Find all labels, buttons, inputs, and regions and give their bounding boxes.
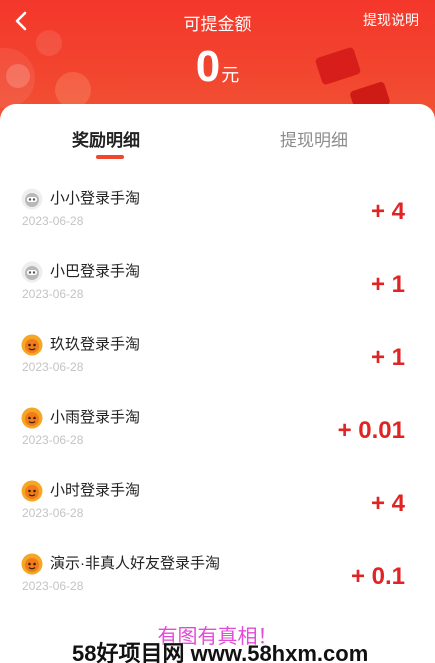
orange-smiley-icon [21, 480, 43, 502]
amount-value: 0 [195, 42, 221, 91]
withdraw-rules-link[interactable]: 提现说明 [363, 10, 419, 30]
list-item[interactable]: 玖玖登录手淘 2023-06-28 + 1 [0, 324, 435, 397]
record-name: 玖玖登录手淘 [50, 336, 141, 353]
record-name: 演示·非真人好友登录手淘 [50, 555, 220, 572]
orange-smiley-icon [21, 553, 43, 575]
reward-amount: + 1 [370, 271, 405, 298]
reward-amount: + 4 [370, 198, 405, 225]
list-item[interactable]: 小小登录手淘 2023-06-28 + 4 [0, 178, 435, 251]
record-name: 小雨登录手淘 [50, 409, 141, 426]
watermark-site: 58好项目网 www.58hxm.com [72, 641, 369, 663]
reward-amount: + 0.01 [337, 417, 405, 444]
tab-bar: 奖励明细 提现明细 [0, 104, 435, 159]
details-card: 奖励明细 提现明细 小小登录手淘 2023-06-28 + 4 小巴登录手淘 2… [0, 104, 435, 663]
withdrawable-amount: 0元 [0, 42, 435, 92]
record-date: 2023-06-28 [22, 287, 84, 301]
list-item[interactable]: 小巴登录手淘 2023-06-28 + 1 [0, 251, 435, 324]
reward-amount: + 4 [370, 490, 405, 517]
list-item[interactable]: 小时登录手淘 2023-06-28 + 4 [0, 470, 435, 543]
gray-robot-icon [21, 188, 43, 210]
reward-amount: + 1 [370, 344, 405, 371]
page: 可提金额 提现说明 0元 奖励明细 提现明细 小小登录手淘 2023-06-28 [0, 0, 435, 663]
record-name: 小时登录手淘 [50, 482, 141, 499]
tab-reward-details[interactable]: 奖励明细 [72, 126, 140, 151]
record-date: 2023-06-28 [22, 433, 84, 447]
orange-smiley-icon [21, 334, 43, 356]
active-tab-indicator [96, 155, 124, 159]
record-date: 2023-06-28 [22, 214, 84, 228]
reward-amount: + 0.1 [350, 563, 405, 590]
record-date: 2023-06-28 [22, 506, 84, 520]
orange-smiley-icon [21, 407, 43, 429]
list-item[interactable]: 演示·非真人好友登录手淘 2023-06-28 + 0.1 [0, 543, 435, 616]
tab-withdraw-details[interactable]: 提现明细 [280, 126, 348, 151]
record-name: 小小登录手淘 [50, 190, 141, 207]
gray-robot-icon [21, 261, 43, 283]
list-item[interactable]: 小雨登录手淘 2023-06-28 + 0.01 [0, 397, 435, 470]
amount-unit: 元 [221, 65, 240, 85]
record-date: 2023-06-28 [22, 360, 84, 374]
record-date: 2023-06-28 [22, 579, 84, 593]
record-name: 小巴登录手淘 [50, 263, 141, 280]
reward-list: 小小登录手淘 2023-06-28 + 4 小巴登录手淘 2023-06-28 … [0, 178, 435, 616]
